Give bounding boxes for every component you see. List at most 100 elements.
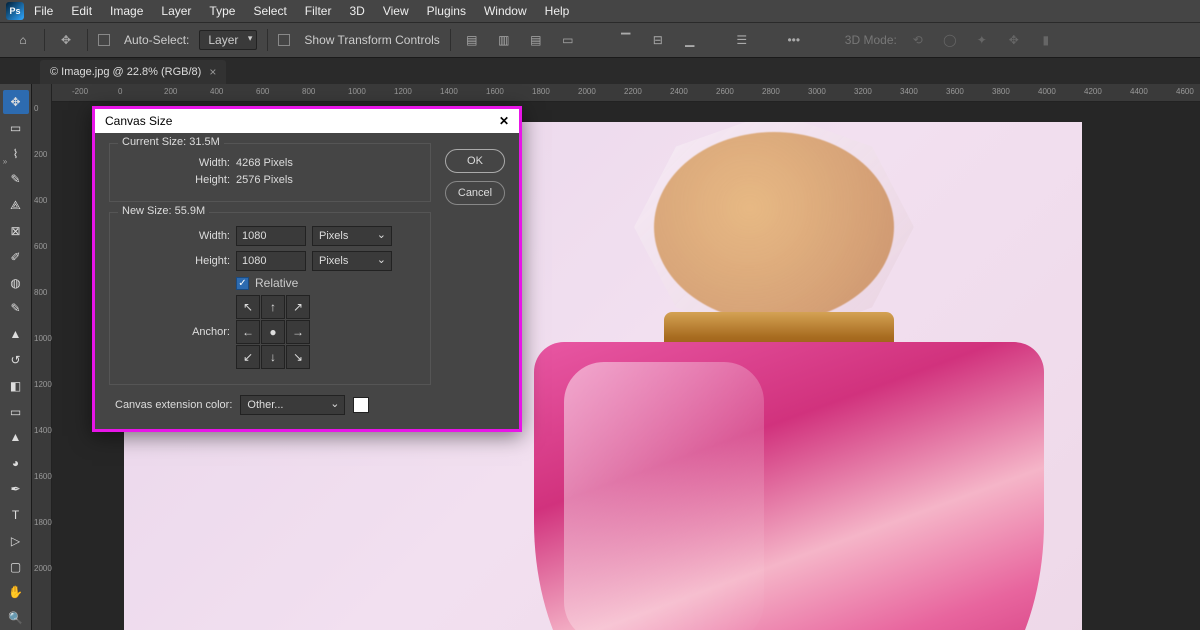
menu-image[interactable]: Image bbox=[102, 1, 151, 21]
path-select-tool-icon[interactable]: ▷ bbox=[3, 529, 29, 553]
anchor-sw[interactable]: ↙ bbox=[236, 345, 260, 369]
3d-mode-label: 3D Mode: bbox=[845, 33, 897, 47]
menu-layer[interactable]: Layer bbox=[153, 1, 199, 21]
menu-filter[interactable]: Filter bbox=[297, 1, 340, 21]
auto-select-label: Auto-Select: bbox=[124, 33, 189, 47]
new-size-group: New Size: 55.9M Width: Pixels Height: Pi… bbox=[109, 212, 431, 385]
current-height-label: Height: bbox=[120, 174, 230, 186]
stamp-tool-icon[interactable]: ▲ bbox=[3, 322, 29, 346]
marquee-tool-icon[interactable]: ▭ bbox=[3, 116, 29, 140]
zoom-tool-icon[interactable]: 🔍 bbox=[3, 606, 29, 630]
history-brush-tool-icon[interactable]: ↺ bbox=[3, 348, 29, 372]
dialog-title: Canvas Size bbox=[105, 114, 172, 128]
pen-tool-icon[interactable]: ✒ bbox=[3, 477, 29, 501]
anchor-label: Anchor: bbox=[120, 326, 230, 338]
anchor-w[interactable]: ← bbox=[236, 320, 260, 344]
current-size-legend: Current Size: 31.5M bbox=[118, 136, 224, 148]
new-width-unit[interactable]: Pixels bbox=[312, 226, 392, 246]
new-width-input[interactable] bbox=[236, 226, 306, 246]
home-icon[interactable]: ⌂ bbox=[12, 29, 34, 51]
extension-color-select[interactable]: Other... bbox=[240, 395, 345, 415]
align-top-icon[interactable]: ▔ bbox=[615, 29, 637, 51]
more-options-icon[interactable]: ••• bbox=[783, 29, 805, 51]
distribute-icon[interactable]: ☰ bbox=[731, 29, 753, 51]
extension-color-label: Canvas extension color: bbox=[115, 399, 232, 411]
move-tool-icon[interactable]: ✥ bbox=[3, 90, 29, 114]
align-bottom-icon[interactable]: ▁ bbox=[679, 29, 701, 51]
3d-camera-icon: ▮ bbox=[1035, 29, 1057, 51]
brush-tool-icon[interactable]: ✎ bbox=[3, 297, 29, 321]
document-tab[interactable]: © Image.jpg @ 22.8% (RGB/8) × bbox=[40, 60, 226, 84]
new-height-unit[interactable]: Pixels bbox=[312, 251, 392, 271]
align-middle-icon[interactable]: ⊟ bbox=[647, 29, 669, 51]
menu-edit[interactable]: Edit bbox=[63, 1, 100, 21]
app-logo: Ps bbox=[6, 2, 24, 20]
anchor-se[interactable]: ↘ bbox=[286, 345, 310, 369]
anchor-nw[interactable]: ↖ bbox=[236, 295, 260, 319]
anchor-grid: ↖ ↑ ↗ ← ● → ↙ ↓ ↘ bbox=[236, 295, 310, 369]
menu-3d[interactable]: 3D bbox=[341, 1, 372, 21]
hand-tool-icon[interactable]: ✋ bbox=[3, 580, 29, 604]
new-size-legend: New Size: 55.9M bbox=[118, 205, 209, 217]
menu-type[interactable]: Type bbox=[201, 1, 243, 21]
new-height-label: Height: bbox=[120, 255, 230, 267]
menu-select[interactable]: Select bbox=[245, 1, 294, 21]
menu-help[interactable]: Help bbox=[537, 1, 578, 21]
type-tool-icon[interactable]: T bbox=[3, 503, 29, 527]
move-tool-icon[interactable]: ✥ bbox=[55, 29, 77, 51]
auto-select-target[interactable]: Layer bbox=[199, 30, 257, 50]
shape-tool-icon[interactable]: ▢ bbox=[3, 555, 29, 579]
dodge-tool-icon[interactable]: ◕ bbox=[3, 451, 29, 475]
menu-view[interactable]: View bbox=[375, 1, 417, 21]
align-stretch-h-icon[interactable]: ▭ bbox=[557, 29, 579, 51]
auto-select-checkbox[interactable] bbox=[98, 34, 110, 46]
dialog-titlebar[interactable]: Canvas Size ✕ bbox=[95, 109, 519, 133]
3d-pan-icon: ✦ bbox=[971, 29, 993, 51]
horizontal-ruler: -200 0 200 400 600 800 1000 1200 1400 16… bbox=[52, 84, 1200, 102]
anchor-e[interactable]: → bbox=[286, 320, 310, 344]
gradient-tool-icon[interactable]: ▭ bbox=[3, 400, 29, 424]
cancel-button[interactable]: Cancel bbox=[445, 181, 505, 205]
3d-orbit-icon: ⟲ bbox=[907, 29, 929, 51]
menu-bar: Ps File Edit Image Layer Type Select Fil… bbox=[0, 0, 1200, 22]
document-tab-title: © Image.jpg @ 22.8% (RGB/8) bbox=[50, 66, 201, 78]
blur-tool-icon[interactable]: ▲ bbox=[3, 426, 29, 450]
options-bar: ⌂ ✥ Auto-Select: Layer Show Transform Co… bbox=[0, 22, 1200, 58]
align-right-icon[interactable]: ▤ bbox=[525, 29, 547, 51]
3d-roll-icon: ◯ bbox=[939, 29, 961, 51]
healing-tool-icon[interactable]: ◍ bbox=[3, 271, 29, 295]
menu-plugins[interactable]: Plugins bbox=[419, 1, 474, 21]
document-tab-bar: © Image.jpg @ 22.8% (RGB/8) × bbox=[0, 58, 1200, 84]
align-center-h-icon[interactable]: ▥ bbox=[493, 29, 515, 51]
extension-color-swatch[interactable] bbox=[353, 397, 369, 413]
current-height-value: 2576 Pixels bbox=[236, 174, 293, 186]
anchor-n[interactable]: ↑ bbox=[261, 295, 285, 319]
eyedropper-tool-icon[interactable]: ✐ bbox=[3, 245, 29, 269]
new-width-label: Width: bbox=[120, 230, 230, 242]
align-left-icon[interactable]: ▤ bbox=[461, 29, 483, 51]
current-width-value: 4268 Pixels bbox=[236, 157, 293, 169]
expand-panels-icon[interactable]: » bbox=[0, 154, 10, 168]
anchor-center[interactable]: ● bbox=[261, 320, 285, 344]
quick-select-tool-icon[interactable]: ✎ bbox=[3, 167, 29, 191]
ok-button[interactable]: OK bbox=[445, 149, 505, 173]
close-tab-icon[interactable]: × bbox=[209, 65, 216, 79]
3d-slide-icon: ✥ bbox=[1003, 29, 1025, 51]
canvas-size-dialog: Canvas Size ✕ Current Size: 31.5M Width:… bbox=[92, 106, 522, 432]
anchor-s[interactable]: ↓ bbox=[261, 345, 285, 369]
frame-tool-icon[interactable]: ⊠ bbox=[3, 219, 29, 243]
relative-label: Relative bbox=[255, 276, 298, 290]
close-dialog-icon[interactable]: ✕ bbox=[499, 114, 509, 128]
vertical-ruler: 0 200 400 600 800 1000 1200 1400 1600 18… bbox=[32, 84, 52, 630]
menu-file[interactable]: File bbox=[26, 1, 61, 21]
current-width-label: Width: bbox=[120, 157, 230, 169]
new-height-input[interactable] bbox=[236, 251, 306, 271]
anchor-ne[interactable]: ↗ bbox=[286, 295, 310, 319]
show-transform-checkbox[interactable] bbox=[278, 34, 290, 46]
current-size-group: Current Size: 31.5M Width:4268 Pixels He… bbox=[109, 143, 431, 202]
menu-window[interactable]: Window bbox=[476, 1, 535, 21]
show-transform-label: Show Transform Controls bbox=[304, 33, 439, 47]
crop-tool-icon[interactable]: ⟁ bbox=[3, 193, 29, 217]
eraser-tool-icon[interactable]: ◧ bbox=[3, 374, 29, 398]
relative-checkbox[interactable]: ✓ bbox=[236, 277, 249, 290]
